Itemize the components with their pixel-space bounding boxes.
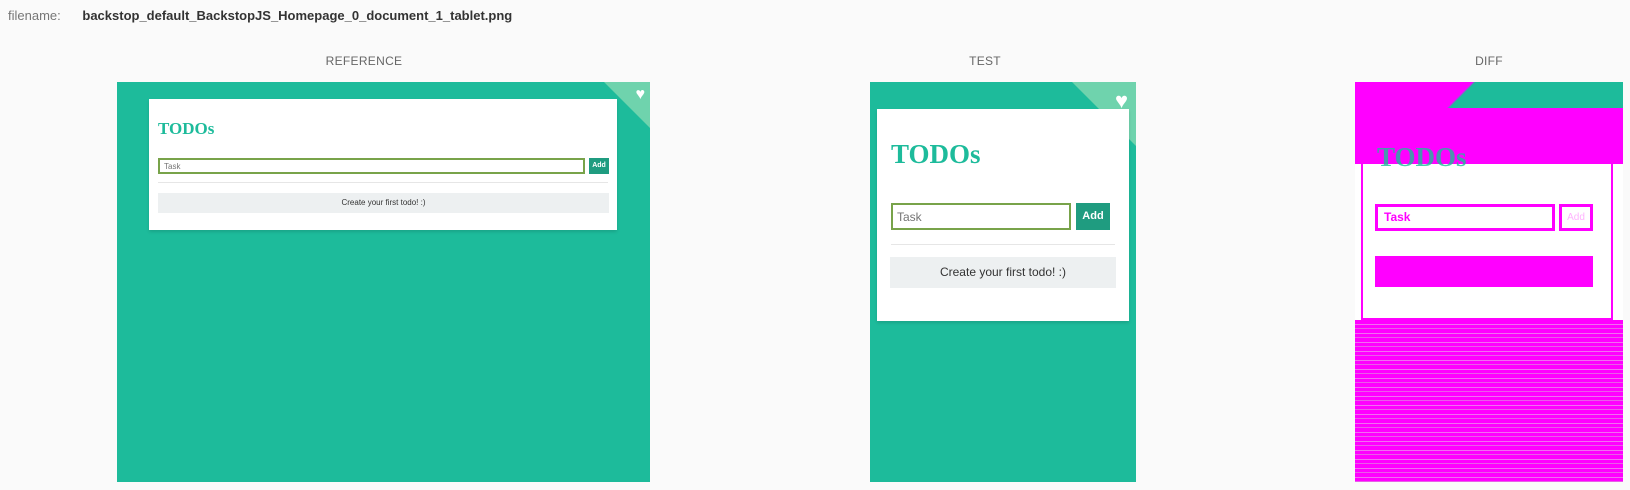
test-label: TEST [969,54,1001,68]
todo-card: TODOs Add Create your first todo! :) [149,99,617,230]
filename-label: filename: [8,8,61,23]
diff-header-region [1355,82,1623,108]
divider [891,244,1115,245]
diff-lower-region [1355,320,1623,482]
diff-screenshot: TODOs Task Add [1355,82,1623,482]
diff-title: TODOs [1377,142,1467,172]
todo-title: TODOs [891,139,981,169]
diff-empty-message-region [1375,256,1593,287]
todo-title: TODOs [158,119,215,138]
add-button[interactable]: Add [589,158,609,174]
task-input[interactable] [158,158,585,174]
task-input[interactable] [891,203,1071,230]
cat-icon: ♥ [635,86,646,103]
todo-card: TODOs Add Create your first todo! :) [877,109,1129,321]
diff-input: Task [1375,204,1555,231]
reference-screenshot: ♥ TODOs Add Create your first todo! :) [117,82,650,482]
empty-message: Create your first todo! :) [158,193,609,213]
empty-message: Create your first todo! :) [890,257,1116,288]
diff-add-button: Add [1559,204,1593,231]
reference-label: REFERENCE [325,54,403,68]
divider [158,182,608,183]
filename-value: backstop_default_BackstopJS_Homepage_0_d… [82,8,513,23]
filename-bar: filename: backstop_default_BackstopJS_Ho… [8,8,512,23]
diff-label: DIFF [1475,54,1503,68]
test-screenshot: ♥ TODOs Add Create your first todo! :) [870,82,1136,482]
add-button[interactable]: Add [1076,203,1110,230]
